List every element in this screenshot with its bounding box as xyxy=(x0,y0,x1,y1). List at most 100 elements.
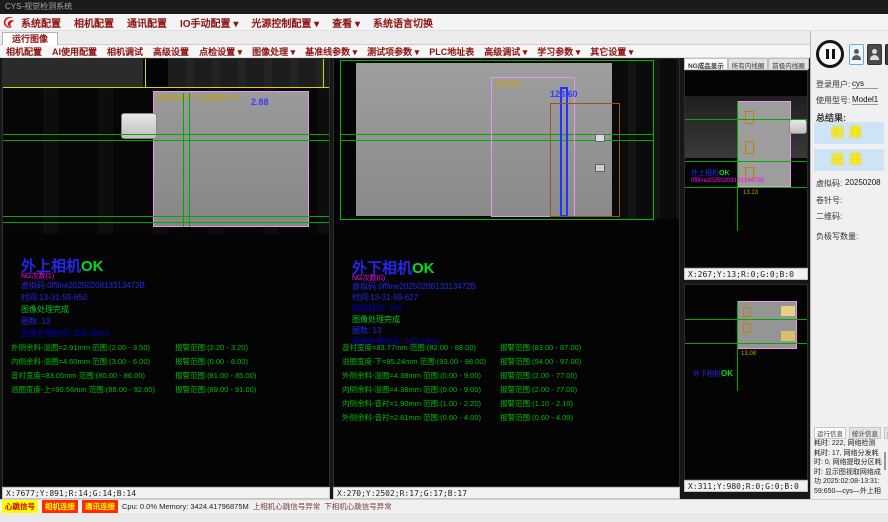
menu-item-camera-config[interactable]: 相机配置 xyxy=(74,15,114,30)
time-text: 时间:13-31-59-627 xyxy=(352,292,418,303)
tab-run-image[interactable]: 运行图像 xyxy=(2,32,58,45)
thumb-tab-ng-display[interactable]: NG成品显示 xyxy=(684,58,728,69)
overlay-yellow-line xyxy=(3,87,330,88)
thumb-code-text: 0ffline2025020813313472B xyxy=(691,178,764,184)
cpu-memory-text: Cpu: 0.0% Memory: 3424.41796875M xyxy=(122,502,249,511)
measure-value: 内侧余料-溢圈=4.38mm 范围:(0.00 - 9.00) xyxy=(342,384,481,395)
camera-view-lower[interactable]: AI检测区 123.60 外下相机OK NG次数(0) 虚拟码:0ffline2… xyxy=(333,58,680,487)
shot-time-text: 拍照耗时: 765 xyxy=(352,303,402,314)
alarm-range: 报警范围:(2.00 - 77.00) xyxy=(500,384,577,395)
user-icon xyxy=(854,49,859,54)
tool-test-params[interactable]: 测试项参数 ▾ xyxy=(367,45,419,58)
thumbnail-view-lower[interactable]: 13.08 外下相机OK xyxy=(684,284,808,480)
overlay-orange-box xyxy=(745,141,754,154)
thumbnail-view-upper[interactable]: 13.13 外上相机OK 0ffline2025020813313472B xyxy=(684,70,808,268)
thumb-tab-front-inner[interactable]: 前极内线圈 xyxy=(768,58,809,69)
thumb-tab-strip: NG成品显示 所有内线圈 前极内线圈 xyxy=(684,58,808,70)
camera-name: 外下相机 xyxy=(693,371,721,378)
pause-icon xyxy=(826,49,829,59)
measure-value: 溢圈宽度-上=90.56mm 范围:(88.00 - 92.00) xyxy=(11,384,155,395)
tab-glint xyxy=(781,331,795,341)
app-logo-icon xyxy=(3,16,16,29)
alarm-range: 报警范围:(89.00 - 91.00) xyxy=(175,384,256,395)
menu-item-comm-config[interactable]: 通讯配置 xyxy=(127,15,167,30)
measure-value: 音衬宽度=83.05mm 范围:(80.00 - 86.00) xyxy=(11,370,145,381)
overlay-green-line xyxy=(3,140,330,141)
camera-status-ok: OK xyxy=(412,260,435,277)
thumb-measure-label: 13.13 xyxy=(743,190,758,196)
tool-camera-config[interactable]: 相机配置 xyxy=(6,45,42,58)
thumb-caption: 外下相机OK xyxy=(693,369,733,379)
measure-blue-label: 123.60 xyxy=(550,89,578,99)
tab-glint xyxy=(595,134,605,142)
negative-write-count-label: 负极写数量: xyxy=(816,231,858,242)
thumb-caption: 外上相机OK xyxy=(691,168,730,178)
menu-item-language-switch[interactable]: 系统语言切换 xyxy=(373,15,433,30)
user-value-field[interactable]: cys xyxy=(852,79,878,89)
title-bar: CYS-视觉检测系统 — ▢ ✕ xyxy=(0,0,888,14)
app-window: { "window": { "title": "CYS-视觉检测系统", "mi… xyxy=(0,0,888,522)
user-login-button[interactable] xyxy=(849,44,864,65)
measure-value: 音衬宽度=83.77mm 范围:(82.00 - 88.00) xyxy=(342,342,476,353)
time-text: 时间:13-31-59-650 xyxy=(21,292,87,303)
tool-baseline-params[interactable]: 基准线参数 ▾ xyxy=(305,45,357,58)
log-tab-stats-info[interactable]: 统计信息 xyxy=(849,427,881,439)
tool-other-settings[interactable]: 其它设置 ▾ xyxy=(590,45,633,58)
log-scrollbar[interactable] xyxy=(884,452,886,470)
cursor-coords-left: X:7677;Y:891;R:14;G:14;B:14 xyxy=(2,487,330,499)
image-region xyxy=(168,59,330,88)
alarm-range: 报警范围:(0.60 - 4.00) xyxy=(500,412,573,423)
toolbar: 相机配置 AI使用配置 相机调试 高级设置 点检设置 ▾ 图像处理 ▾ 基准线参… xyxy=(0,45,810,58)
tool-ai-config[interactable]: AI使用配置 xyxy=(52,45,97,58)
lower-camera-alarm-text: 下相机心跳信号异常 xyxy=(324,501,392,512)
gripper-clip xyxy=(121,113,157,139)
tool-advanced-settings[interactable]: 高级设置 xyxy=(153,45,189,58)
tool-learning-params[interactable]: 学习参数 ▾ xyxy=(537,45,580,58)
overlay-green-line xyxy=(685,319,808,320)
menu-item-io-manual[interactable]: IO手动配置 ▾ xyxy=(180,15,238,30)
process-time-text: 图像处理时间: 256.00ms xyxy=(21,328,109,339)
menu-item-view[interactable]: 查看 ▾ xyxy=(332,15,360,30)
virtual-code-label: 虚拟码: xyxy=(816,178,842,189)
log-tab-alarm-info[interactable]: 报警信息 xyxy=(884,427,888,439)
operator-icon xyxy=(872,49,877,54)
menu-item-system-config[interactable]: 系统配置 xyxy=(21,15,61,30)
tool-advanced-debug[interactable]: 高级调试 ▾ xyxy=(484,45,527,58)
thumb-measure-label: 13.08 xyxy=(741,351,756,357)
virtual-code-text: 虚拟码:0ffline2025020813313472B xyxy=(352,281,476,292)
log-tab-run-info[interactable]: 运行信息 xyxy=(814,427,846,439)
alarm-range: 报警范围:(94.00 - 97.00) xyxy=(500,356,581,367)
status-bar: 心跳信号 相机连接 通讯连接 Cpu: 0.0% Memory: 3424.41… xyxy=(0,499,888,513)
measure-value: 内侧余料-溢圈=4.60mm 范围:(3.00 - 6.00) xyxy=(11,356,150,367)
user-label: 登录用户: xyxy=(816,79,850,90)
operator-button[interactable] xyxy=(867,44,882,65)
camera-status-ok: OK xyxy=(81,258,104,275)
needle-number-label: 卷针号: xyxy=(816,195,842,206)
result-box-lower: 结果 xyxy=(814,149,884,171)
qr-code-label: 二维码: xyxy=(816,211,842,222)
threshold-label: 灰度阈值:93, 动态阈值:100 xyxy=(156,93,239,103)
camera-name: 外上相机 xyxy=(691,170,719,177)
overlay-green-line xyxy=(737,101,738,231)
model-value-field[interactable]: Model1 xyxy=(852,95,878,105)
alarm-range: 报警范围:(2.00 - 77.00) xyxy=(500,370,577,381)
overlay-green-line xyxy=(3,222,330,223)
overlay-green-line xyxy=(685,119,808,120)
process-done-text: 图像处理完成 xyxy=(21,304,69,315)
tool-spot-check[interactable]: 点检设置 ▾ xyxy=(199,45,242,58)
tool-plc-address[interactable]: PLC地址表 xyxy=(429,45,474,58)
menu-item-light-control[interactable]: 光源控制配置 ▾ xyxy=(251,15,319,30)
thumb-tab-all-inner[interactable]: 所有内线圈 xyxy=(728,58,769,69)
turns-text: 圈数: 13 xyxy=(352,325,381,336)
overlay-green-line xyxy=(737,301,738,391)
camera-view-upper[interactable]: 灰度阈值:93, 动态阈值:100 2.88 外上相机OK NG次数(1) 虚拟… xyxy=(2,58,330,487)
camera-status-ok: OK xyxy=(721,369,733,378)
upper-camera-alarm-text: 上相机心跳信号异常 xyxy=(253,501,321,512)
virtual-code-text: 虚拟码:0ffline2025020813313472B xyxy=(21,280,145,291)
tool-camera-debug[interactable]: 相机调试 xyxy=(107,45,143,58)
cursor-coords-thumb1: X:267;Y:13;R:0;G:0;B:0 xyxy=(684,268,808,280)
heartbeat-badge: 心跳信号 xyxy=(2,500,38,513)
tool-image-process[interactable]: 图像处理 ▾ xyxy=(252,45,295,58)
image-region xyxy=(3,59,143,88)
pause-button[interactable] xyxy=(816,40,844,68)
